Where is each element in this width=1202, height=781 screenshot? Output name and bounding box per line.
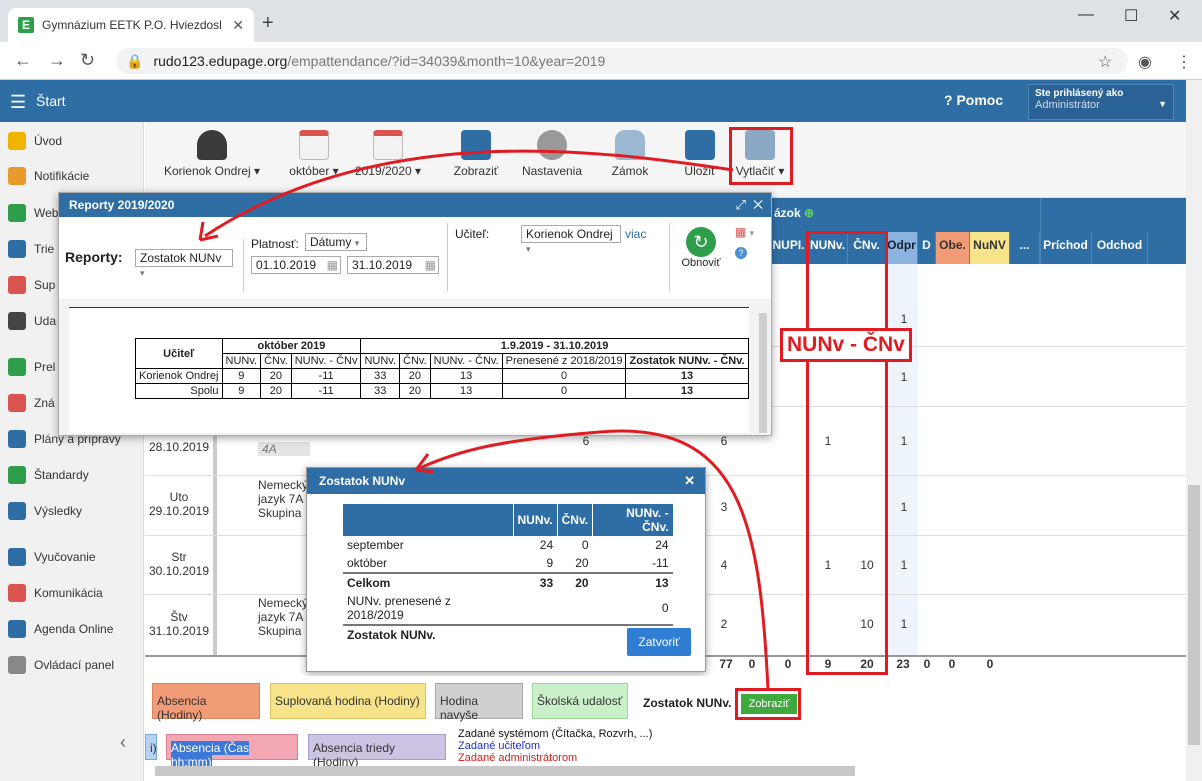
arrow-show-to-balance bbox=[419, 429, 770, 691]
annotation-arrows bbox=[198, 149, 770, 691]
arrow-print-to-reports bbox=[204, 149, 734, 238]
